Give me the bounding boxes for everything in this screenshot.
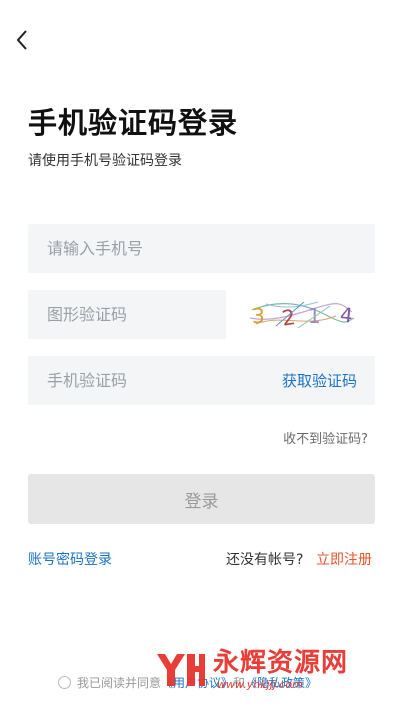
- agreement-prefix: 我已阅读并同意: [77, 676, 162, 690]
- no-account-text: 还没有帐号?: [226, 552, 304, 568]
- phone-input[interactable]: [45, 238, 375, 259]
- no-code-link[interactable]: 收不到验证码?: [283, 428, 368, 447]
- password-login-link[interactable]: 账号密码登录: [28, 549, 112, 569]
- watermark-url: www.yhkjjj.com: [217, 678, 303, 691]
- captcha-input[interactable]: [45, 304, 226, 325]
- register-link[interactable]: 立即注册: [316, 549, 372, 569]
- back-button[interactable]: [10, 28, 34, 52]
- captcha-field[interactable]: [28, 290, 226, 339]
- login-button[interactable]: 登录: [28, 474, 375, 524]
- svg-text:4: 4: [339, 302, 354, 327]
- page-subtitle: 请使用手机号验证码登录: [28, 153, 182, 169]
- svg-text:3: 3: [252, 304, 265, 328]
- svg-text:1: 1: [308, 304, 321, 328]
- watermark: 永辉资源网 www.yhkjjj.com: [155, 648, 348, 691]
- phone-field[interactable]: [28, 224, 375, 273]
- get-code-button[interactable]: 获取验证码: [282, 370, 357, 391]
- captcha-image[interactable]: 3 2 1 4: [246, 292, 358, 338]
- watermark-logo-icon: [157, 653, 205, 686]
- page-title: 手机验证码登录: [28, 106, 239, 140]
- watermark-title: 永辉资源网: [213, 648, 349, 678]
- sms-code-field[interactable]: 获取验证码: [28, 356, 375, 405]
- agreement-radio[interactable]: [58, 676, 71, 689]
- sms-code-input[interactable]: [45, 370, 282, 391]
- svg-text:2: 2: [280, 305, 297, 331]
- chevron-left-icon: [16, 30, 27, 50]
